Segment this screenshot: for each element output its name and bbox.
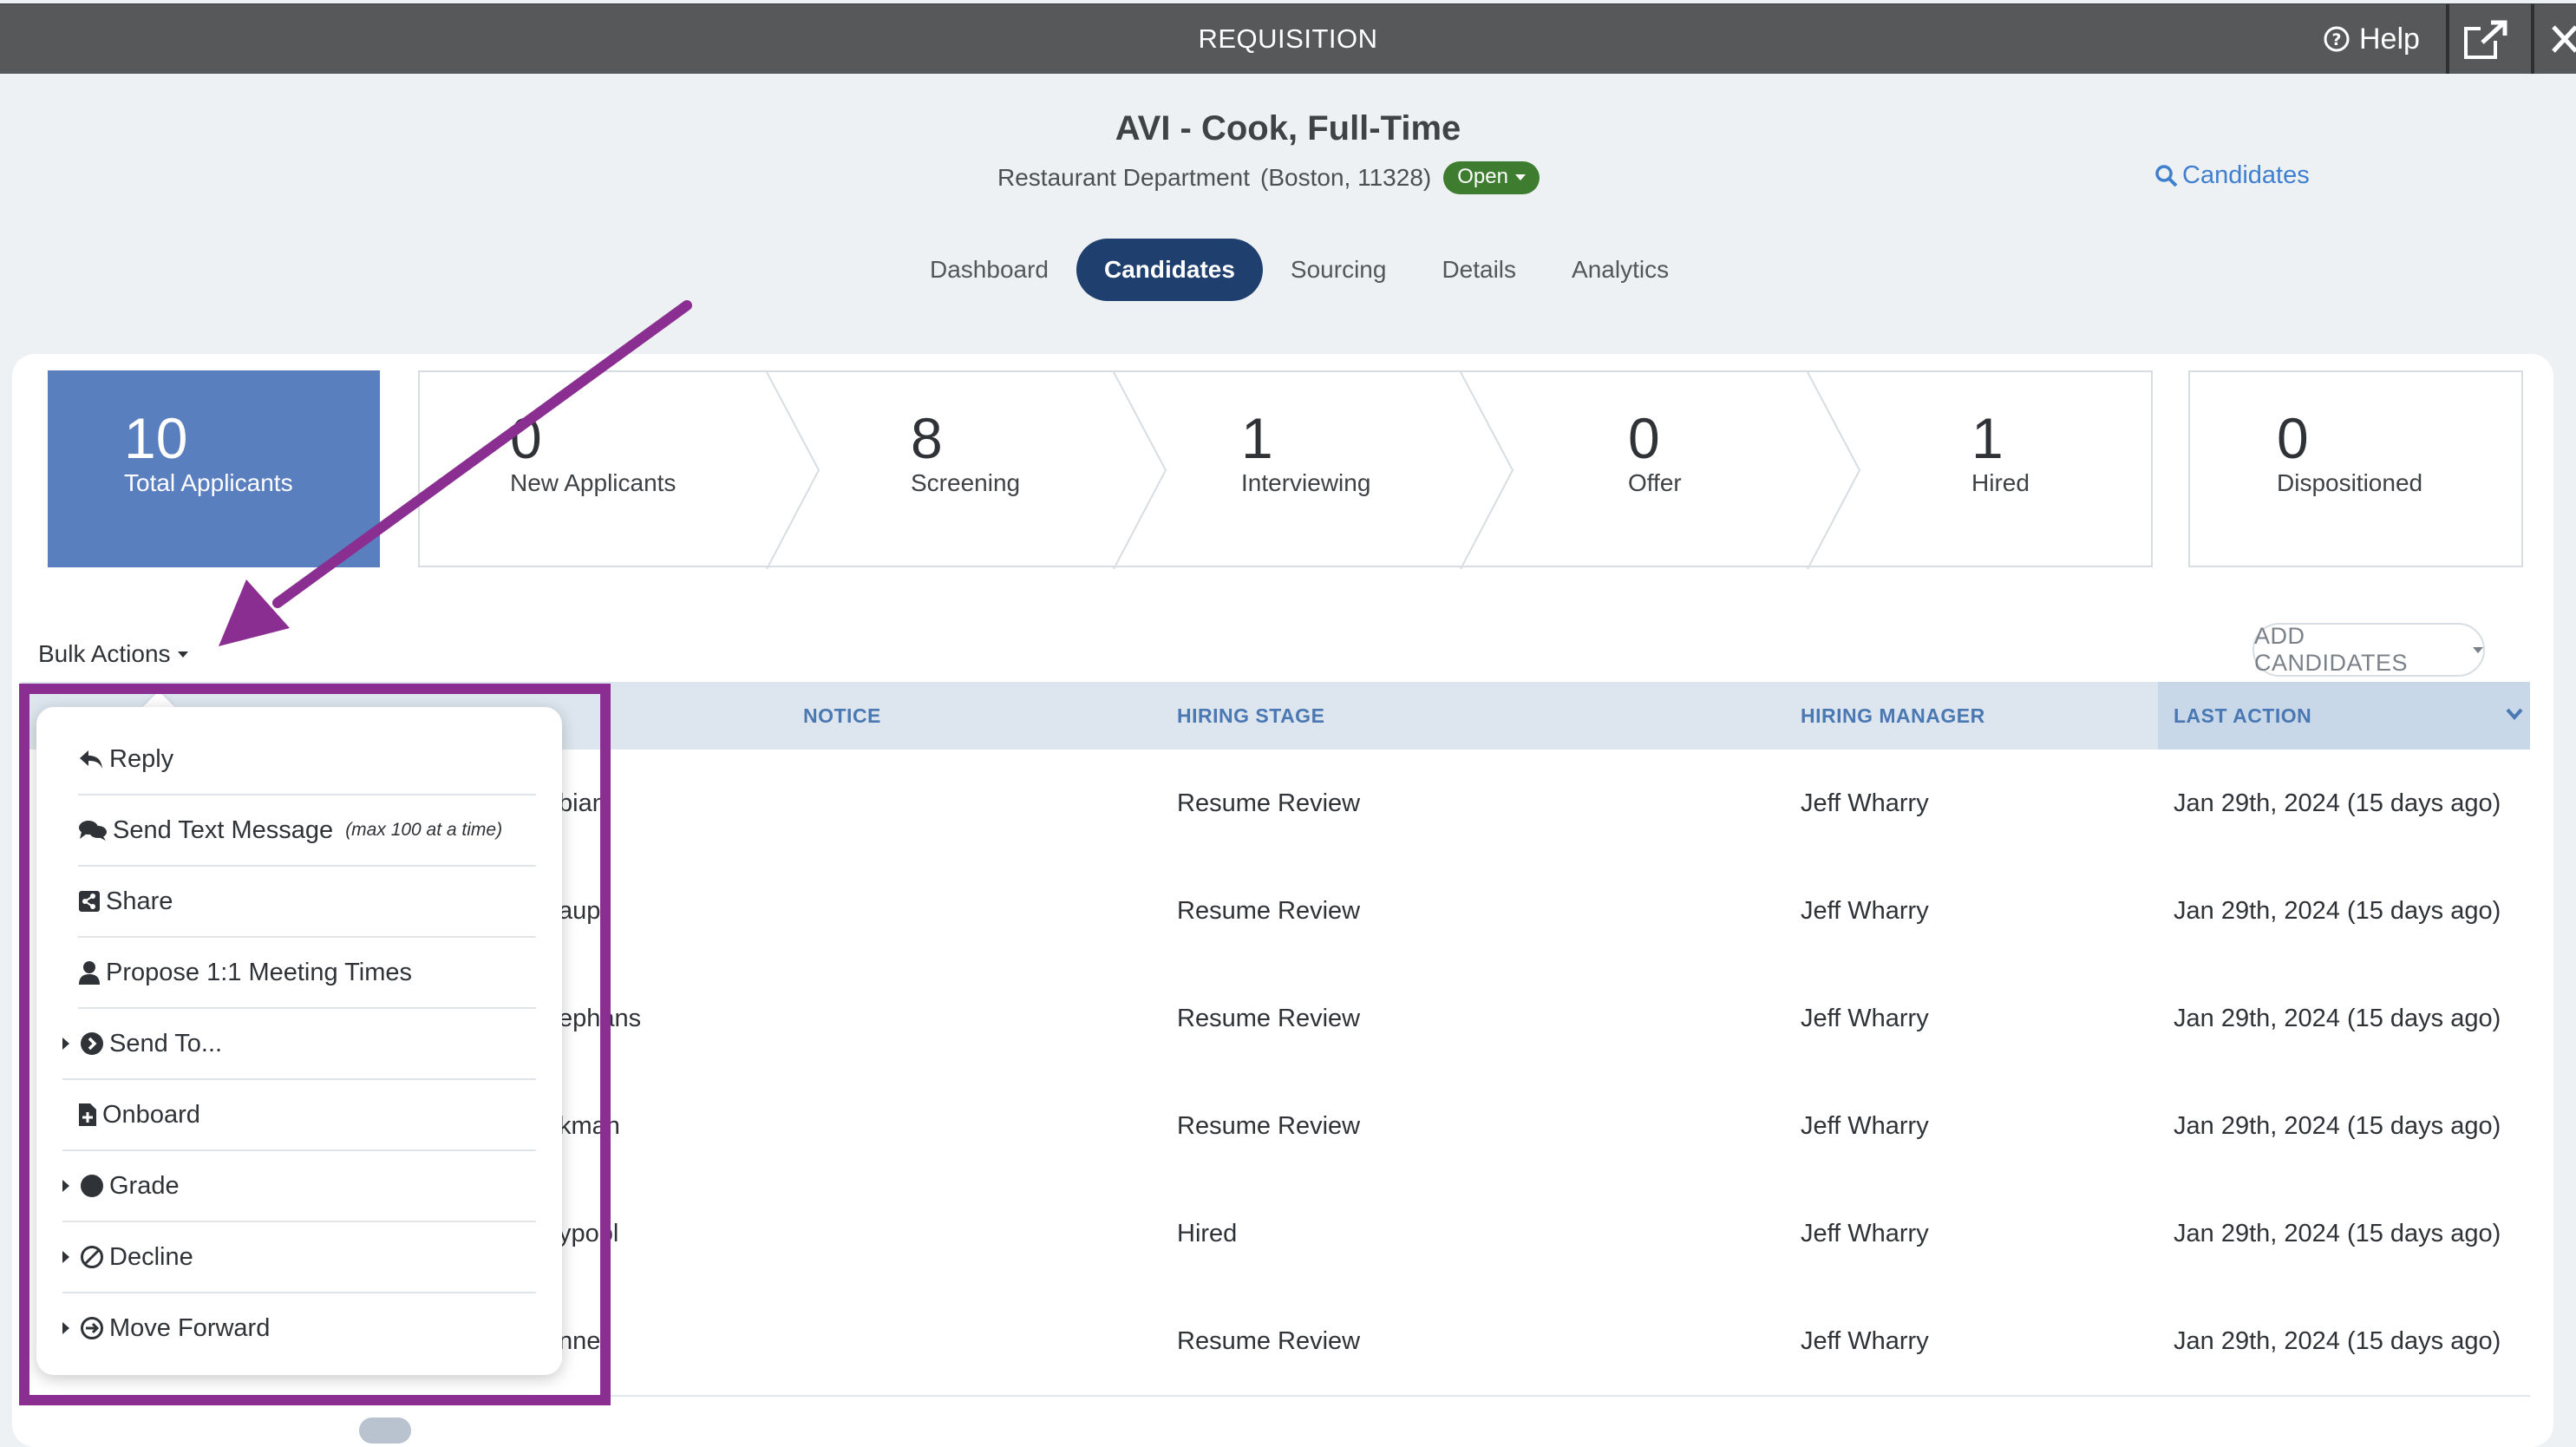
tab-candidates[interactable]: Candidates	[1076, 239, 1263, 301]
chevron-down-icon	[1514, 174, 1526, 180]
candidates-search-link[interactable]: Candidates	[2154, 161, 2310, 190]
bulk-actions-label: Bulk Actions	[38, 640, 171, 667]
hiring-manager-cell: Jeff Wharry	[1801, 1327, 1929, 1355]
last-action-cell: Jan 29th, 2024 (15 days ago)	[2174, 1220, 2501, 1247]
stage-offer[interactable]: 0 Offer	[1628, 405, 1682, 497]
bulk-actions-button[interactable]: Bulk Actions	[38, 640, 188, 668]
hiring-stage-cell: Resume Review	[1177, 1327, 1361, 1355]
close-icon[interactable]	[2541, 16, 2576, 62]
stage-label: Hired	[1971, 469, 2030, 496]
add-candidates-label: ADD CANDIDATES	[2254, 623, 2409, 676]
hiring-stage-cell: Resume Review	[1177, 1112, 1361, 1140]
total-applicants-count: 10	[124, 406, 188, 470]
hiring-manager-cell: Jeff Wharry	[1801, 1005, 1929, 1032]
hiring-stage-cell: Resume Review	[1177, 897, 1361, 925]
hiring-manager-cell: Jeff Wharry	[1801, 897, 1929, 925]
hiring-manager-cell: Jeff Wharry	[1801, 1220, 1929, 1247]
window-title: REQUISITION	[1198, 23, 1378, 54]
pipeline-stages: 0 New Applicants 8 Screening 1 Interview…	[418, 370, 2153, 569]
stage-count: 0	[2277, 406, 2309, 470]
last-action-cell: Jan 29th, 2024 (15 days ago)	[2174, 1112, 2501, 1140]
dispositioned-tile[interactable]: 0 Dispositioned	[2188, 370, 2523, 567]
search-icon	[2155, 164, 2178, 187]
tab-dashboard[interactable]: Dashboard	[902, 239, 1076, 301]
status-label: Open	[1457, 165, 1508, 188]
stage-label: Interviewing	[1241, 469, 1371, 496]
annotation-highlight-box	[19, 684, 611, 1405]
tab-analytics[interactable]: Analytics	[1544, 239, 1697, 301]
chevron-down-icon	[2506, 708, 2523, 720]
status-badge[interactable]: Open	[1443, 161, 1540, 194]
column-header-hiring-stage[interactable]: HIRING STAGE	[1177, 682, 1324, 750]
stage-label: Offer	[1628, 469, 1682, 496]
stage-dispositioned: 0 Dispositioned	[2277, 405, 2422, 497]
tab-details[interactable]: Details	[1414, 239, 1544, 301]
last-action-header-label: LAST ACTION	[2174, 704, 2312, 727]
last-action-cell: Jan 29th, 2024 (15 days ago)	[2174, 1005, 2501, 1032]
svg-text:?: ?	[2331, 30, 2341, 49]
stage-screening[interactable]: 8 Screening	[911, 405, 1020, 497]
toolbar-divider	[2531, 4, 2534, 74]
help-label: Help	[2359, 23, 2420, 56]
column-header-hiring-manager[interactable]: HIRING MANAGER	[1801, 682, 1985, 750]
stage-label: Screening	[911, 469, 1021, 496]
location-label: (Boston, 11328)	[1260, 164, 1432, 191]
stage-hired[interactable]: 1 Hired	[1971, 405, 2030, 497]
total-applicants-label: Total Applicants	[124, 469, 293, 496]
department-label: Restaurant Department	[997, 164, 1251, 191]
hiring-stage-cell: Resume Review	[1177, 789, 1361, 817]
requisition-subtitle: Restaurant Department (Boston, 11328) Op…	[997, 160, 1540, 196]
tab-sourcing[interactable]: Sourcing	[1263, 239, 1415, 301]
add-candidates-button[interactable]: ADD CANDIDATES	[2252, 623, 2485, 677]
hiring-stage-cell: Hired	[1177, 1220, 1238, 1247]
last-action-cell: Jan 29th, 2024 (15 days ago)	[2174, 789, 2501, 817]
stage-count: 0	[1628, 406, 1660, 470]
last-action-cell: Jan 29th, 2024 (15 days ago)	[2174, 897, 2501, 925]
stage-new-applicants[interactable]: 0 New Applicants	[510, 405, 676, 497]
hiring-stage-cell: Resume Review	[1177, 1005, 1361, 1032]
stage-count: 1	[1241, 406, 1273, 470]
chevron-down-icon	[2473, 646, 2483, 653]
stage-label: Dispositioned	[2277, 469, 2423, 496]
chevron-down-icon	[177, 651, 188, 658]
scroll-indicator[interactable]	[359, 1418, 411, 1444]
question-circle-icon: ?	[2324, 26, 2350, 52]
top-bar: REQUISITION ? Help	[0, 3, 2576, 74]
stage-interviewing[interactable]: 1 Interviewing	[1241, 405, 1370, 497]
stage-label: New Applicants	[510, 469, 677, 496]
page-title: AVI - Cook, Full-Time	[1115, 109, 1461, 147]
toolbar-divider	[2446, 4, 2449, 74]
last-action-cell: Jan 29th, 2024 (15 days ago)	[2174, 1327, 2501, 1355]
external-link-icon[interactable]	[2463, 20, 2510, 60]
stage-count: 1	[1971, 406, 2004, 470]
hiring-manager-cell: Jeff Wharry	[1801, 1112, 1929, 1140]
requisition-tabs: Dashboard Candidates Sourcing Details An…	[902, 239, 1697, 301]
total-applicants-tile[interactable]: 10 Total Applicants	[48, 370, 380, 567]
candidates-link-label: Candidates	[2182, 161, 2310, 189]
help-button[interactable]: ? Help	[2323, 4, 2420, 74]
stage-count: 0	[510, 406, 542, 470]
column-header-last-action[interactable]: LAST ACTION	[2158, 682, 2530, 750]
hiring-manager-cell: Jeff Wharry	[1801, 789, 1929, 817]
stage-count: 8	[911, 406, 943, 470]
column-header-notice[interactable]: NOTICE	[803, 682, 881, 750]
